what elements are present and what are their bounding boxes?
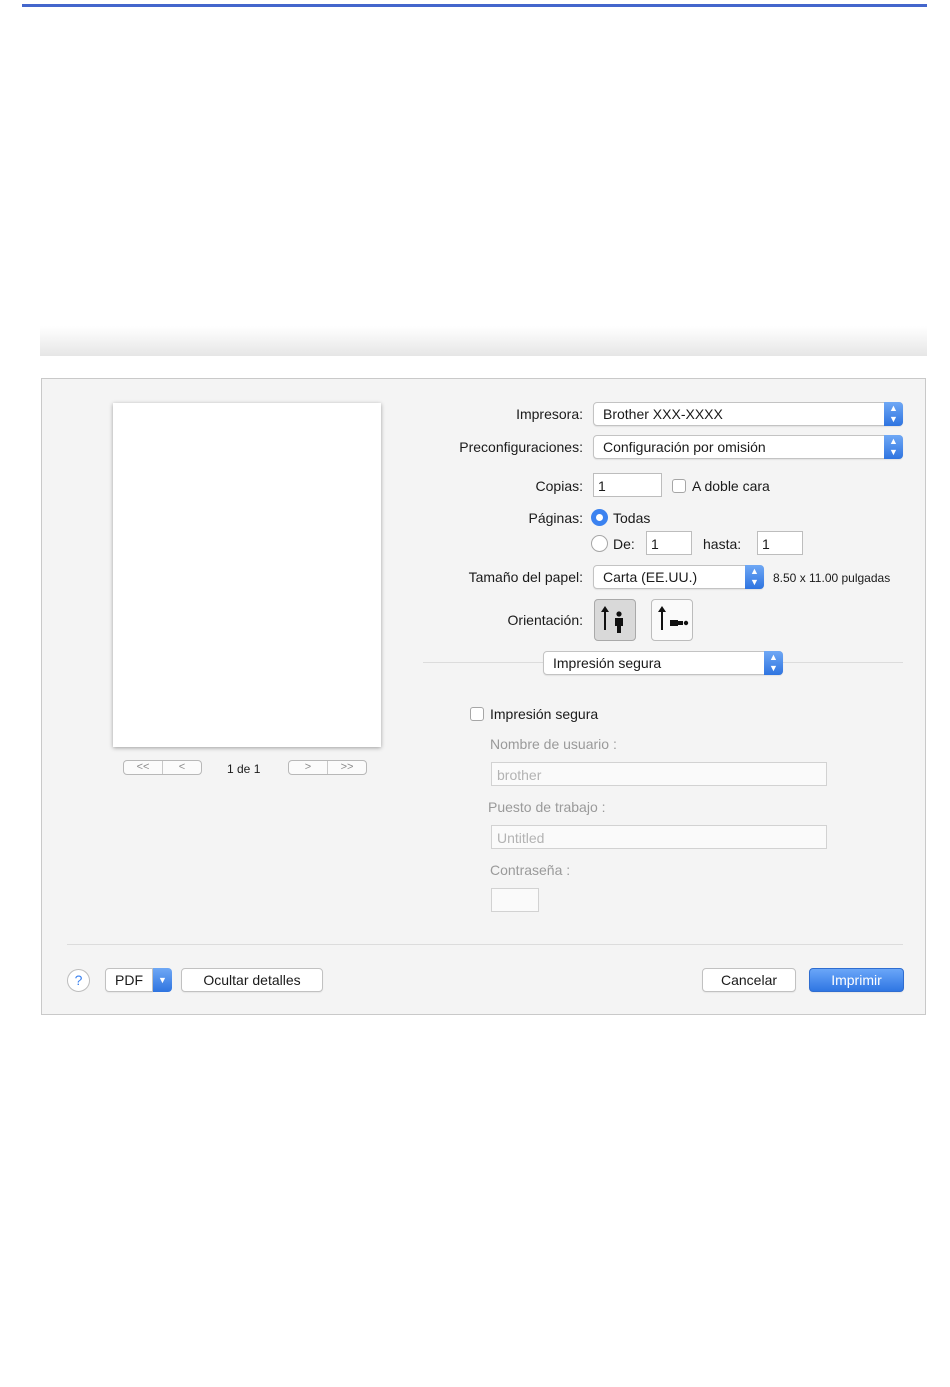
copies-label: Copias: (535, 478, 583, 494)
last-page-button[interactable]: >> (327, 761, 366, 774)
window-titlebar (40, 326, 927, 356)
help-button[interactable]: ? (67, 969, 90, 992)
preview-back-buttons: << < (123, 760, 202, 775)
duplex-checkbox[interactable] (672, 479, 686, 493)
pdf-button[interactable]: PDF (105, 968, 153, 992)
print-label: Imprimir (831, 972, 882, 988)
pages-to-label: hasta: (703, 536, 742, 552)
presets-value: Configuración por omisión (603, 439, 766, 455)
cancel-label: Cancelar (720, 972, 778, 988)
pages-all-radio[interactable] (591, 509, 608, 526)
page-preview (113, 403, 381, 747)
section-select[interactable]: Impresión segura ▲ ▼ (543, 651, 783, 675)
print-button[interactable]: Imprimir (809, 968, 904, 992)
presets-label: Preconfiguraciones: (459, 439, 583, 455)
paper-dimensions: 8.50 x 11.00 pulgadas (773, 571, 891, 585)
hide-details-label: Ocultar detalles (203, 972, 301, 988)
pdf-menu-chevron-down-icon[interactable]: ▼ (153, 968, 172, 992)
duplex-label: A doble cara (692, 478, 770, 494)
pages-range-label: De: (613, 536, 635, 552)
pages-to-input[interactable]: 1 (757, 531, 803, 555)
help-question-icon: ? (74, 972, 83, 988)
prev-page-button[interactable]: < (162, 761, 201, 774)
pages-from-value: 1 (651, 536, 659, 552)
pages-all-label: Todas (613, 510, 651, 526)
portrait-person-icon (601, 606, 623, 633)
username-value: brother (497, 767, 542, 783)
printer-value: Brother XXX-XXXX (603, 406, 723, 422)
top-rule (22, 4, 927, 7)
print-dialog: << < 1 de 1 > >> Impresora: Brother XXX-… (41, 378, 926, 1015)
updown-chevron-icon: ▲ ▼ (884, 402, 903, 426)
password-input[interactable] (491, 888, 539, 912)
pdf-label: PDF (115, 972, 143, 988)
updown-chevron-icon: ▲ ▼ (764, 651, 783, 675)
orientation-landscape-button[interactable] (651, 599, 693, 641)
hide-details-button[interactable]: Ocultar detalles (181, 968, 323, 992)
copies-value: 1 (598, 478, 606, 494)
job-name-label: Puesto de trabajo : (488, 799, 606, 815)
printer-select[interactable]: Brother XXX-XXXX ▲ ▼ (593, 402, 903, 426)
orientation-label: Orientación: (507, 612, 583, 628)
secure-print-checkbox[interactable] (470, 707, 484, 721)
password-label: Contraseña : (490, 862, 571, 878)
pages-range-radio[interactable] (591, 535, 608, 552)
footer-separator (67, 944, 903, 945)
paper-size-value: Carta (EE.UU.) (603, 569, 698, 585)
landscape-person-icon (658, 606, 689, 630)
orientation-portrait-button[interactable] (594, 599, 636, 641)
section-value: Impresión segura (553, 655, 662, 671)
username-input[interactable]: brother (491, 762, 827, 786)
copies-input[interactable]: 1 (593, 473, 662, 497)
paper-size-label: Tamaño del papel: (468, 569, 583, 585)
job-name-input[interactable]: Untitled (491, 825, 827, 849)
pages-label: Páginas: (528, 510, 583, 526)
job-name-value: Untitled (497, 830, 545, 846)
pages-from-input[interactable]: 1 (646, 531, 692, 555)
updown-chevron-icon: ▲ ▼ (884, 435, 903, 459)
username-label: Nombre de usuario : (490, 736, 617, 752)
paper-size-select[interactable]: Carta (EE.UU.) ▲ ▼ (593, 565, 764, 589)
updown-chevron-icon: ▲ ▼ (745, 565, 764, 589)
printer-label: Impresora: (516, 406, 583, 422)
next-page-button[interactable]: > (289, 761, 327, 774)
page-indicator: 1 de 1 (227, 762, 261, 776)
cancel-button[interactable]: Cancelar (702, 968, 796, 992)
pages-to-value: 1 (762, 536, 770, 552)
secure-print-label: Impresión segura (490, 706, 599, 722)
preview-forward-buttons: > >> (288, 760, 367, 775)
first-page-button[interactable]: << (124, 761, 162, 774)
presets-select[interactable]: Configuración por omisión ▲ ▼ (593, 435, 903, 459)
